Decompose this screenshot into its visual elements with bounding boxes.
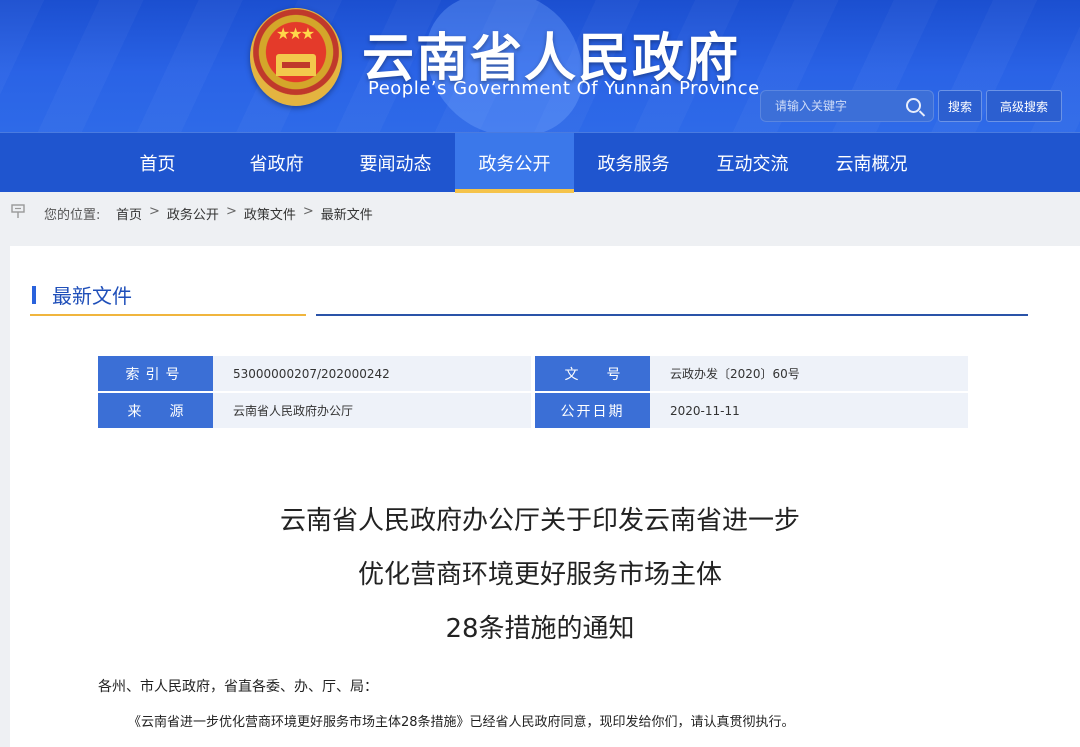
meta-index-label: 索引号 (98, 356, 213, 391)
location-pin-icon (11, 204, 25, 218)
nav-item-services[interactable]: 政务服务 (574, 133, 693, 193)
advanced-search-button[interactable]: 高级搜索 (986, 90, 1062, 122)
nav-item-home[interactable]: 首页 (98, 133, 217, 193)
meta-row: 来源 云南省人民政府办公厅 公开日期 2020-11-11 (98, 393, 968, 428)
breadcrumb-latest[interactable]: 最新文件 (321, 204, 373, 223)
document-title: 云南省人民政府办公厅关于印发云南省进一步 优化营商环境更好服务市场主体 28条措… (10, 494, 1070, 656)
document-title-line: 优化营商环境更好服务市场主体 (357, 560, 722, 590)
meta-row: 索引号 53000000207/202000242 文号 云政办发〔2020〕6… (98, 356, 968, 391)
tiananmen-icon (276, 54, 316, 76)
meta-docno-value: 云政办发〔2020〕60号 (650, 356, 968, 391)
search-input[interactable] (761, 99, 901, 113)
site-subtitle: People’s Government Of Yunnan Province (368, 78, 760, 99)
section-title: 最新文件 (52, 284, 132, 308)
breadcrumb-label: 您的位置: (44, 208, 101, 223)
breadcrumb: 首页 > 政务公开 > 政策文件 > 最新文件 (116, 204, 373, 223)
nav-item-interaction[interactable]: 互动交流 (693, 133, 812, 193)
content-panel: 最新文件 索引号 53000000207/202000242 文号 云政办发〔2… (10, 246, 1080, 747)
document-title-line: 28条措施的通知 (445, 614, 635, 644)
search-button[interactable]: 搜索 (938, 90, 982, 122)
meta-date-value: 2020-11-11 (650, 393, 968, 428)
meta-date-label: 公开日期 (535, 393, 650, 428)
nav-item-government[interactable]: 省政府 (217, 133, 336, 193)
breadcrumb-home[interactable]: 首页 (116, 204, 142, 223)
document-meta-table: 索引号 53000000207/202000242 文号 云政办发〔2020〕6… (98, 356, 968, 430)
site-header: ★★★ 云南省人民政府 People’s Government Of Yunna… (0, 0, 1080, 132)
star-icon: ★★★ (276, 24, 315, 43)
nav-item-overview[interactable]: 云南概况 (812, 133, 931, 193)
meta-source-label: 来源 (98, 393, 213, 428)
meta-docno-label: 文号 (535, 356, 650, 391)
breadcrumb-separator: > (149, 204, 160, 219)
document-salutation: 各州、市人民政府，省直各委、办、厅、局： (98, 679, 378, 695)
divider-gold (30, 314, 306, 316)
section-header: 最新文件 (32, 280, 132, 309)
search-icon[interactable] (906, 98, 921, 113)
divider-blue (316, 314, 1028, 316)
national-emblem-icon: ★★★ (250, 8, 342, 106)
document-paragraph: 《云南省进一步优化营商环境更好服务市场主体28条措施》已经省人民政府同意，现印发… (128, 715, 795, 730)
document-title-line: 云南省人民政府办公厅关于印发云南省进一步 (279, 506, 800, 536)
meta-source-value: 云南省人民政府办公厅 (213, 393, 531, 428)
main-nav: 首页 省政府 要闻动态 政务公开 政务服务 互动交流 云南概况 (0, 132, 1080, 193)
nav-item-affairs[interactable]: 政务公开 (455, 133, 574, 193)
section-marker (32, 285, 36, 304)
breadcrumb-bar: 您的位置: 首页 > 政务公开 > 政策文件 > 最新文件 (0, 192, 1080, 232)
breadcrumb-separator: > (225, 204, 237, 219)
breadcrumb-separator: > (302, 204, 314, 219)
meta-index-value: 53000000207/202000242 (213, 356, 531, 391)
nav-item-news[interactable]: 要闻动态 (336, 133, 455, 193)
search-box (760, 90, 934, 122)
breadcrumb-affairs[interactable]: 政务公开 (167, 204, 219, 223)
breadcrumb-policy[interactable]: 政策文件 (244, 204, 296, 223)
